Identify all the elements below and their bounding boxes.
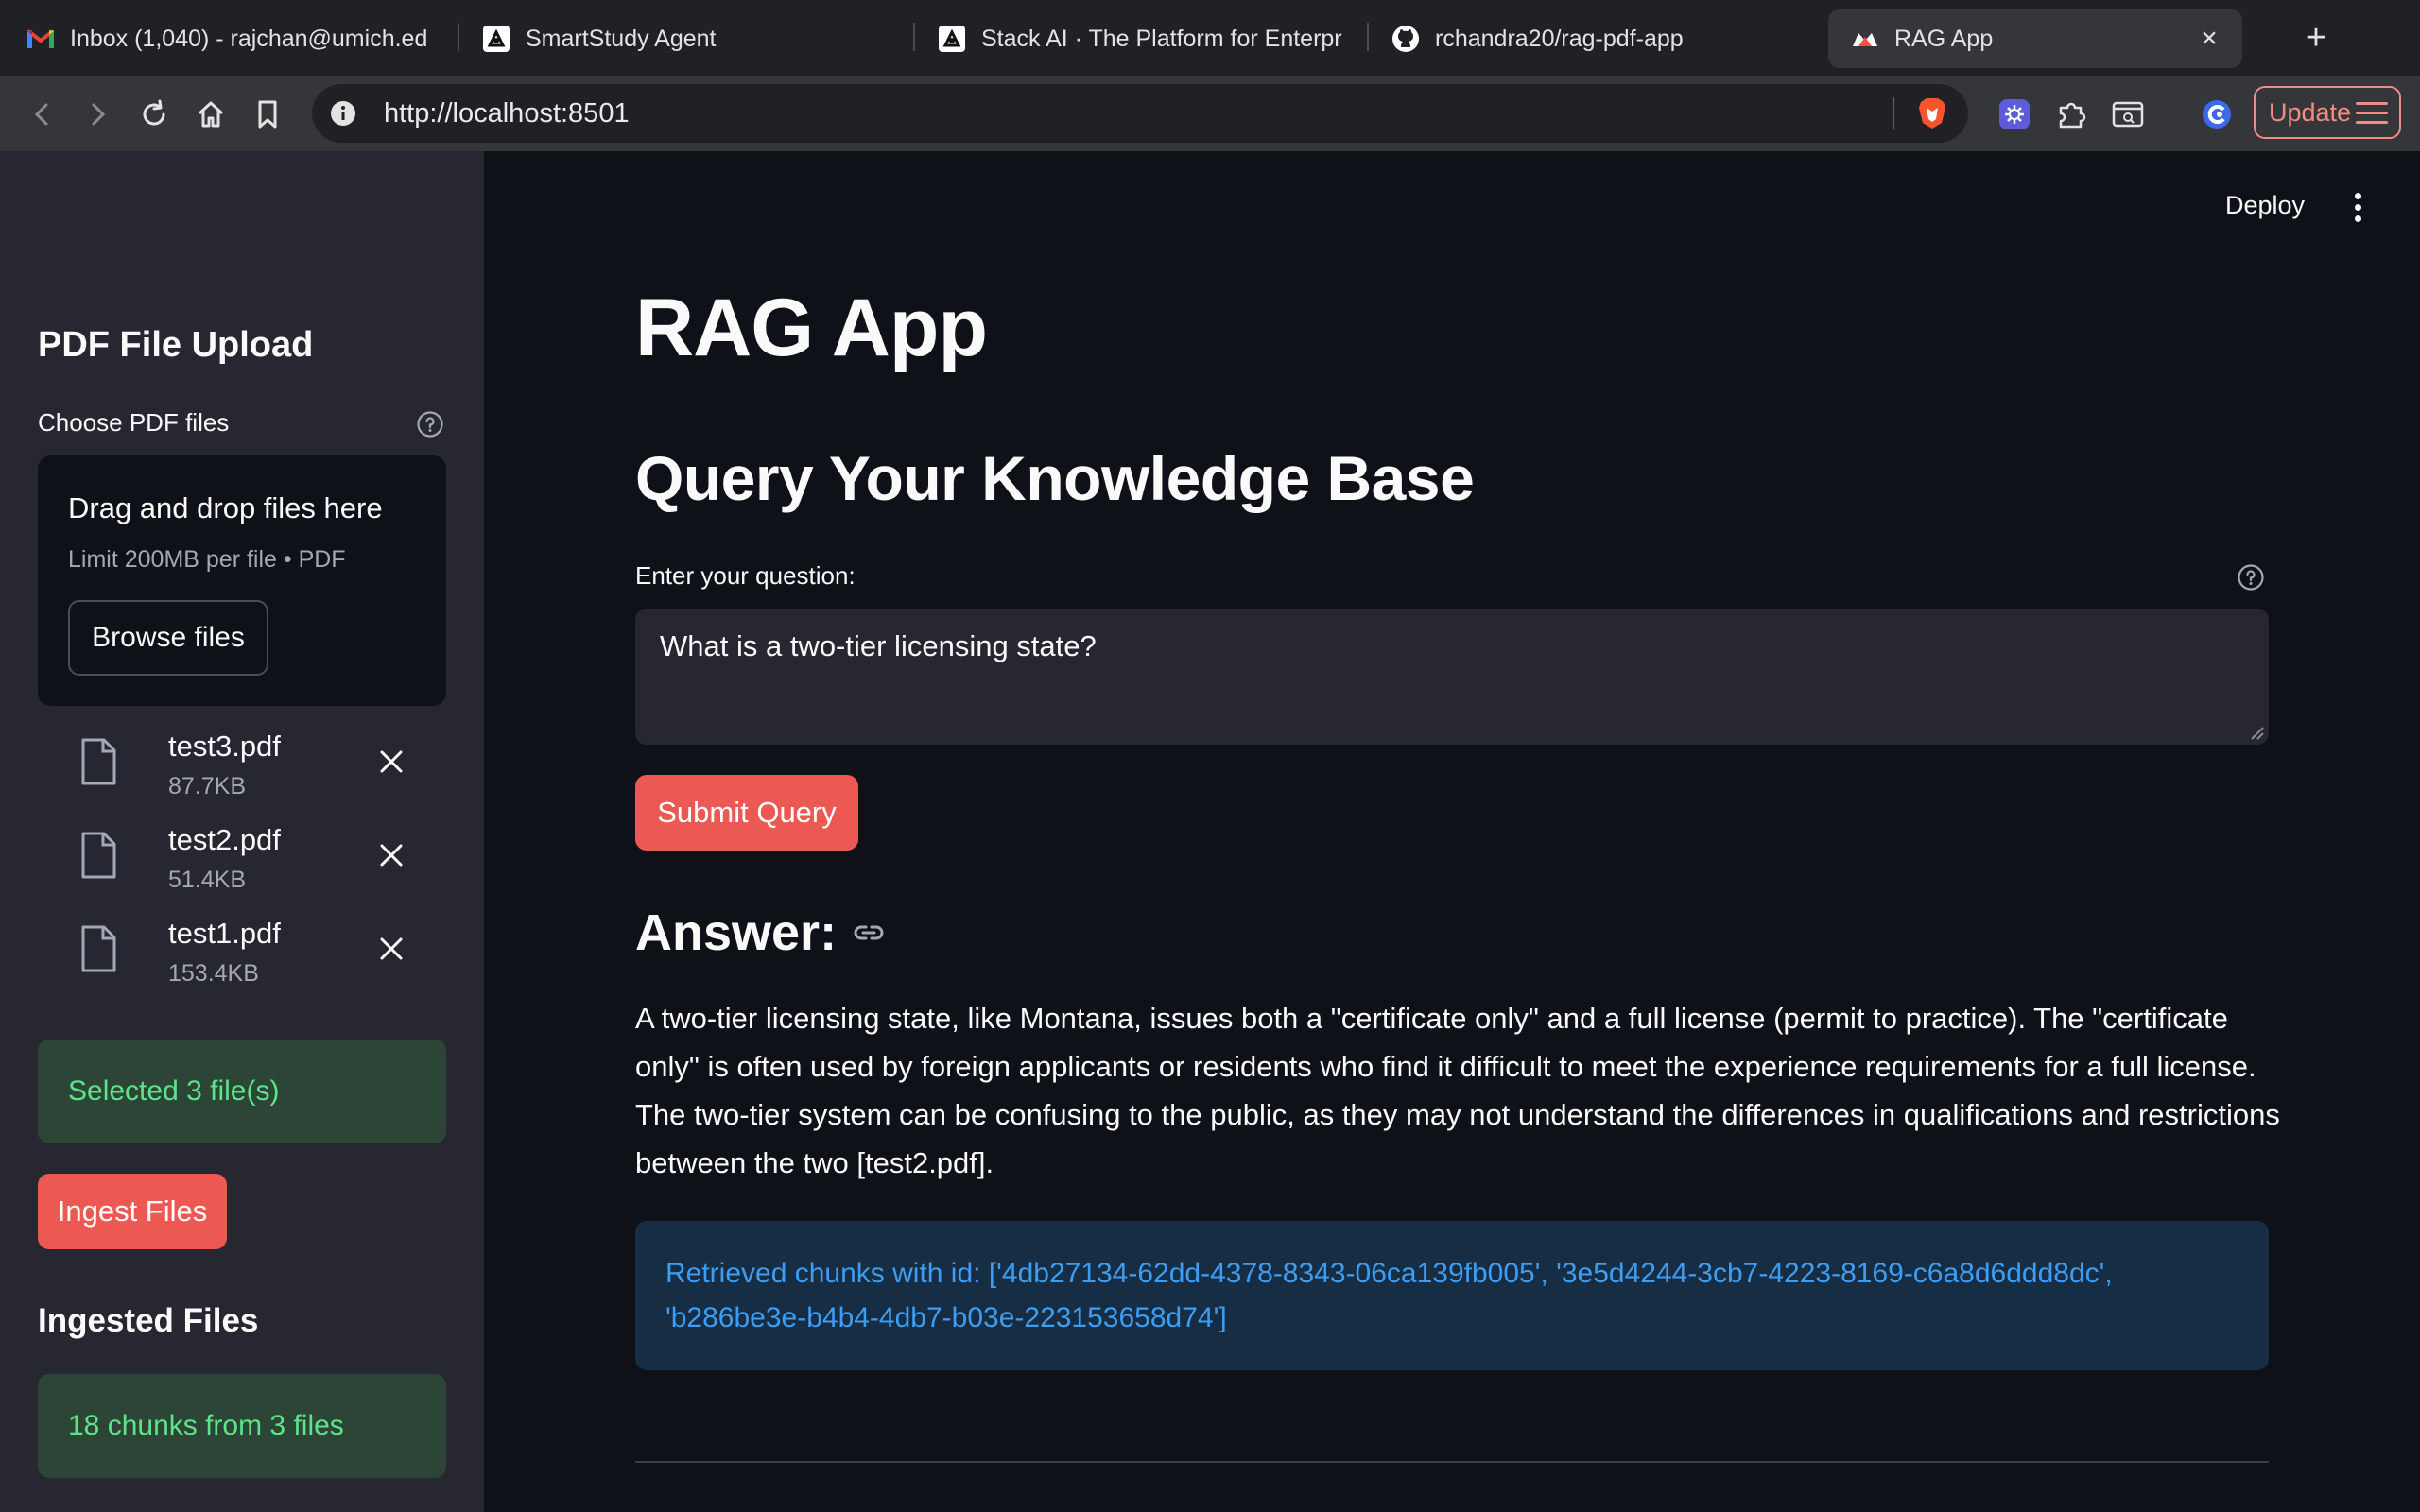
tab-title: Stack AI · The Platform for Enterpr [981,25,1342,52]
file-size: 153.4KB [168,960,259,987]
chevron-left-icon [34,103,48,126]
file-name: test3.pdf [168,730,281,763]
link-icon[interactable] [852,916,886,950]
submit-query-button[interactable]: Submit Query [635,775,858,850]
divider [1893,97,1894,129]
tab-title: SmartStudy Agent [526,25,717,52]
wallet-icon [2203,100,2231,129]
home-icon [198,101,224,128]
file-size: 87.7KB [168,773,247,799]
tab-stack-ai[interactable]: Stack AI · The Platform for Enterpr [938,9,1348,68]
forward-button[interactable] [78,94,117,134]
dropzone-limit: Limit 200MB per file • PDF [68,546,346,573]
question-input[interactable] [635,609,2269,745]
close-icon[interactable] [376,840,406,870]
new-tab-button[interactable]: + [2297,19,2335,57]
reload-icon [143,99,165,126]
tab-smartstudy[interactable]: SmartStudy Agent [482,9,908,68]
resize-handle-icon[interactable] [2248,724,2265,741]
ingested-files-heading: Ingested Files [38,1302,259,1339]
selected-files-alert: Selected 3 file(s) [38,1040,446,1143]
file-name: test2.pdf [168,823,281,856]
extensions-button[interactable] [2051,94,2091,134]
puzzle-icon [2059,102,2086,129]
section-title: Query Your Knowledge Base [635,443,1475,513]
main-content: Deploy RAG App Query Your Knowledge Base… [484,151,2420,1512]
gmail-icon [26,25,55,53]
bookmark-button[interactable] [248,94,287,134]
close-icon[interactable] [376,934,406,964]
file-row: test3.pdf 87.7KB [38,718,446,811]
ingest-files-button[interactable]: Ingest Files [38,1174,227,1249]
back-button[interactable] [23,94,62,134]
close-tab-icon[interactable]: × [2195,25,2223,53]
leo-icon [1999,99,2030,129]
home-button[interactable] [191,94,231,134]
file-size: 51.4KB [168,867,247,893]
answer-heading: Answer: [635,903,886,962]
tab-rag-app[interactable]: RAG App × [1828,9,2242,68]
question-label: Enter your question: [635,561,856,590]
stackai-icon [938,25,966,53]
chevron-right-icon [92,103,106,126]
tab-separator [458,23,459,51]
streamlit-icon [1851,25,1879,53]
brave-shields-icon[interactable] [1915,96,1949,130]
close-icon[interactable] [376,747,406,777]
more-options-icon[interactable] [2352,193,2363,223]
dropzone-title: Drag and drop files here [68,491,383,524]
tab-title: rchandra20/rag-pdf-app [1435,25,1684,52]
divider [635,1461,2269,1463]
reader-icon [2112,101,2144,128]
wallet-button[interactable] [2197,94,2237,134]
answer-text: A two-tier licensing state, like Montana… [635,1002,2280,1179]
github-icon [1392,25,1420,53]
info-icon[interactable] [329,99,357,128]
url-text[interactable]: http://localhost:8501 [384,98,630,129]
file-icon [81,925,116,972]
menu-icon [2356,102,2388,125]
deploy-button[interactable]: Deploy [2225,191,2305,220]
browser-tab-strip: Inbox (1,040) - rajchan@umich.ed SmartSt… [0,0,2420,76]
update-label: Update [2269,97,2352,127]
help-icon[interactable] [2237,563,2265,592]
answer-heading-text: Answer: [635,904,838,961]
address-bar[interactable]: http://localhost:8501 [312,84,1968,143]
choose-files-label: Choose PDF files [38,408,230,437]
file-row: test2.pdf 51.4KB [38,812,446,904]
tab-gmail[interactable]: Inbox (1,040) - rajchan@umich.ed [26,9,471,68]
tab-separator [1367,23,1369,51]
tab-title: RAG App [1894,25,1994,52]
leo-ai-button[interactable] [1995,94,2034,134]
file-row: test1.pdf 153.4KB [38,905,446,998]
reload-button[interactable] [134,94,174,134]
tab-title: Inbox (1,040) - rajchan@umich.ed [70,25,428,52]
sidebar: PDF File Upload Choose PDF files Drag an… [0,151,484,1512]
upload-heading: PDF File Upload [38,325,314,365]
ingested-files-alert: 18 chunks from 3 files [38,1374,446,1478]
file-name: test1.pdf [168,917,281,950]
update-button[interactable]: Update [2254,86,2401,139]
browse-files-button[interactable]: Browse files [68,600,268,676]
stackai-icon [482,25,510,53]
file-icon [81,832,116,879]
tab-separator [913,23,915,51]
reader-mode-button[interactable] [2108,94,2148,134]
tab-github[interactable]: rchandra20/rag-pdf-app [1392,9,1807,68]
help-icon[interactable] [416,410,444,438]
bookmark-icon [258,100,277,129]
file-icon [81,738,116,785]
file-dropzone[interactable]: Drag and drop files here Limit 200MB per… [38,455,446,706]
browser-toolbar: http://localhost:8501 Update [0,76,2420,151]
retrieved-chunks-info: Retrieved chunks with id: ['4db27134-62d… [635,1221,2269,1370]
page-title: RAG App [635,283,988,373]
